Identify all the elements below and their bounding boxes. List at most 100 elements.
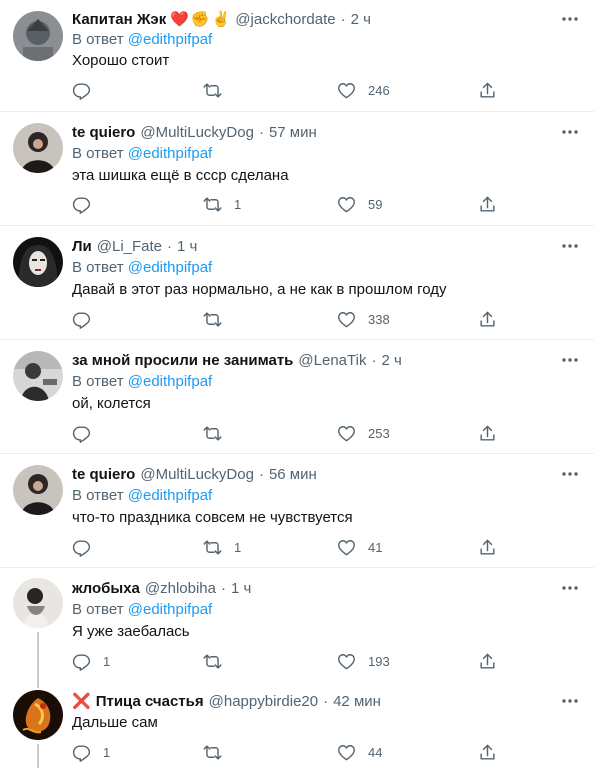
reply-mention[interactable]: @edithpifpaf [128,145,212,162]
more-icon[interactable] [560,236,580,256]
timestamp[interactable]: 1 ч [231,580,251,597]
like-icon [338,425,355,441]
tweet-actions: 253 [72,423,502,443]
reply-mention[interactable]: @edithpifpaf [128,601,212,618]
reply-context: В ответ @edithpifpaf [72,601,212,618]
reply-prefix: В ответ [72,487,124,504]
retweet-button[interactable] [203,651,234,671]
share-button[interactable] [478,194,497,214]
like-button[interactable]: 193 [337,651,390,671]
user-handle[interactable]: @Li_Fate [97,238,162,255]
display-name[interactable]: Капитан Жэк [72,11,166,28]
like-button[interactable]: 338 [337,309,390,329]
like-count: 59 [368,196,383,212]
user-handle[interactable]: @zhlobiha [145,580,216,597]
reply-button[interactable] [72,80,103,100]
timestamp[interactable]: 57 мин [269,124,317,141]
separator-dot: · [167,237,173,255]
retweet-count: 1 [234,196,242,212]
avatar[interactable] [13,578,63,628]
reply-count: 1 [103,653,111,669]
like-button[interactable]: 44 [337,742,382,762]
more-icon[interactable] [560,464,580,484]
separator-dot: · [371,351,377,369]
separator-dot: · [221,579,226,597]
reply-button[interactable] [72,309,103,329]
display-name[interactable]: Птица счастья [96,693,204,710]
like-button[interactable]: 246 [337,80,390,100]
more-icon[interactable] [560,350,580,370]
tweet[interactable]: ❌ Птица счастья @happybirdie20 · 42 мин … [0,680,594,768]
user-handle[interactable]: @jackchordate [235,11,335,28]
timestamp[interactable]: 1 ч [177,238,197,255]
share-button[interactable] [478,651,497,671]
display-name[interactable]: te quiero [72,124,135,141]
tweet-actions: 246 [72,80,502,100]
reply-button[interactable] [72,423,103,443]
like-button[interactable]: 59 [337,194,382,214]
share-button[interactable] [478,537,497,557]
reply-button[interactable] [72,537,103,557]
share-icon [480,82,495,98]
separator-dot: · [258,123,264,141]
tweet-header: te quiero @MultiLuckyDog · 56 мин [72,464,554,484]
display-name[interactable]: Ли [72,238,92,255]
reply-prefix: В ответ [72,145,124,162]
fist-emoji: ✊ [190,11,210,28]
more-icon[interactable] [560,9,580,29]
retweet-button[interactable] [203,423,234,443]
avatar[interactable] [13,690,63,740]
share-button[interactable] [478,309,497,329]
tweet[interactable]: Капитан Жэк ❤️ ✊ ✌️ @jackchordate · 2 ч … [0,0,594,112]
timestamp[interactable]: 2 ч [351,11,371,28]
separator-dot: · [258,465,264,483]
tweet[interactable]: te quiero @MultiLuckyDog · 57 мин В отве… [0,112,594,226]
share-button[interactable] [478,742,497,762]
avatar[interactable] [13,465,63,515]
user-handle[interactable]: @MultiLuckyDog [140,124,254,141]
timestamp[interactable]: 56 мин [269,466,317,483]
timestamp[interactable]: 42 мин [333,693,381,710]
more-icon[interactable] [560,578,580,598]
reply-mention[interactable]: @edithpifpaf [128,373,212,390]
tweet[interactable]: жлобыха @zhlobiha · 1 ч В ответ @edithpi… [0,568,594,680]
retweet-button[interactable]: 1 [203,194,241,214]
more-icon[interactable] [560,122,580,142]
tweet[interactable]: te quiero @MultiLuckyDog · 56 мин В отве… [0,454,594,568]
tweet-text: ой, колется [72,395,151,412]
display-name[interactable]: за мной просили не занимать [72,352,293,369]
share-button[interactable] [478,80,497,100]
retweet-button[interactable]: 1 [203,537,241,557]
retweet-button[interactable] [203,80,234,100]
retweet-button[interactable] [203,309,234,329]
avatar[interactable] [13,237,63,287]
user-handle[interactable]: @happybirdie20 [209,693,318,710]
like-icon [338,653,355,669]
avatar[interactable] [13,123,63,173]
avatar[interactable] [13,351,63,401]
share-button[interactable] [478,423,497,443]
reply-icon [72,539,91,557]
thread-connector [37,680,39,688]
reply-button[interactable]: 1 [72,651,110,671]
like-button[interactable]: 41 [337,537,382,557]
user-handle[interactable]: @MultiLuckyDog [140,466,254,483]
reply-mention[interactable]: @edithpifpaf [128,487,212,504]
retweet-icon [203,653,222,669]
like-button[interactable]: 253 [337,423,390,443]
avatar[interactable] [13,11,63,61]
reply-mention[interactable]: @edithpifpaf [128,31,212,48]
tweet[interactable]: за мной просили не занимать @LenaTik · 2… [0,340,594,454]
reply-mention[interactable]: @edithpifpaf [128,259,212,276]
reply-button[interactable]: 1 [72,742,110,762]
retweet-button[interactable] [203,742,234,762]
timestamp[interactable]: 2 ч [381,352,401,369]
more-icon[interactable] [560,691,580,711]
display-name[interactable]: жлобыха [72,580,140,597]
tweet-text: Я уже заебалась [72,623,190,640]
tweet[interactable]: Ли @Li_Fate · 1 ч В ответ @edithpifpaf Д… [0,226,594,340]
display-name[interactable]: te quiero [72,466,135,483]
user-handle[interactable]: @LenaTik [298,352,366,369]
reply-button[interactable] [72,194,103,214]
reply-count: 1 [103,744,111,760]
